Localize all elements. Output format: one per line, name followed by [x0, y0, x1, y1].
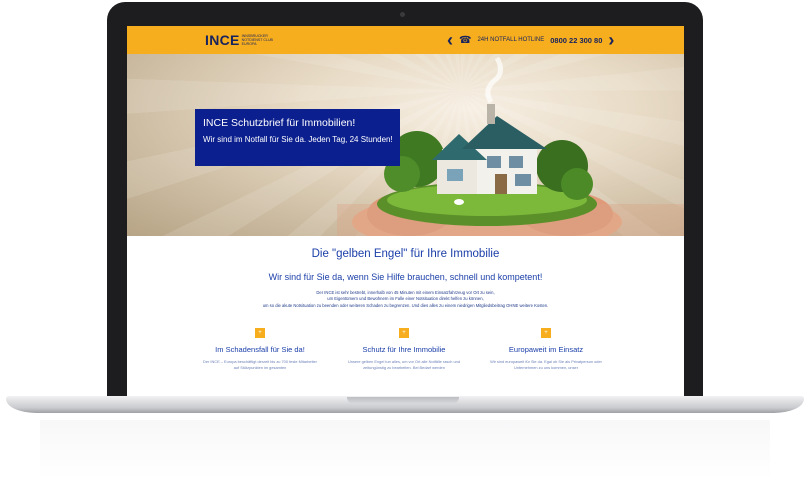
logo-text: INCE [205, 32, 240, 48]
site-logo[interactable]: INCE Innsbrucker Notdienst Club Europa [205, 32, 278, 48]
feature-column: + Europaweit im Einsatz Wir sind europaw… [471, 328, 621, 371]
feature-column: + Im Schadensfall für Sie da! Der INCE –… [185, 328, 335, 371]
feature-title[interactable]: Im Schadensfall für Sie da! [185, 345, 335, 354]
feature-title[interactable]: Europaweit im Einsatz [471, 345, 621, 354]
main-content: Die "gelben Engel" für Ihre Immobilie Wi… [127, 236, 684, 398]
feature-column: + Schutz für Ihre Immobilie Unsere gelbe… [329, 328, 479, 371]
hotline-number[interactable]: 0800 22 300 80 [550, 36, 602, 45]
feature-plus-icon: + [541, 328, 551, 338]
intro-line: um so die akute Notsituation zu beenden … [262, 302, 549, 308]
feature-plus-icon: + [399, 328, 409, 338]
laptop-reflection [40, 420, 770, 480]
main-heading: Die "gelben Engel" für Ihre Immobilie [311, 248, 500, 260]
feature-text: Unsere gelben Engel tun alles, um vor Or… [347, 359, 461, 370]
phone-icon: ☎ [459, 34, 472, 46]
chevron-left-icon: ‹ [447, 30, 453, 50]
hotline-label: 24H NOTFALL HOTLINE [477, 37, 545, 43]
feature-title[interactable]: Schutz für Ihre Immobilie [329, 345, 479, 354]
laptop-screen: INCE Innsbrucker Notdienst Club Europa ‹… [127, 26, 684, 398]
laptop-notch [347, 397, 459, 404]
logo-subtitle: Innsbrucker Notdienst Club Europa [241, 33, 273, 47]
site-header: INCE Innsbrucker Notdienst Club Europa ‹… [127, 26, 684, 54]
hero-callout: INCE Schutzbrief für Immobilien! Wir sin… [195, 109, 400, 166]
feature-text: Der INCE – Europa beschäftigt derzeit bi… [203, 359, 317, 370]
intro-text: Der INCE ist sehr bestrebt, innerhalb vo… [207, 290, 604, 309]
feature-plus-icon: + [255, 328, 265, 338]
hero-title: INCE Schutzbrief für Immobilien! [203, 117, 356, 129]
camera-icon [400, 12, 405, 17]
sub-heading: Wir sind für Sie da, wenn Sie Hilfe brau… [268, 272, 543, 282]
chevron-right-icon: › [608, 30, 615, 50]
hero-banner: INCE Schutzbrief für Immobilien! Wir sin… [127, 54, 684, 236]
hotline[interactable]: ‹ ☎ 24H NOTFALL HOTLINE 0800 22 300 80 › [447, 30, 615, 50]
feature-text: Wir sind europaweit für Sie da. Egal ob … [490, 359, 602, 370]
hero-subtitle: Wir sind im Notfall für Sie da. Jeden Ta… [203, 135, 393, 144]
